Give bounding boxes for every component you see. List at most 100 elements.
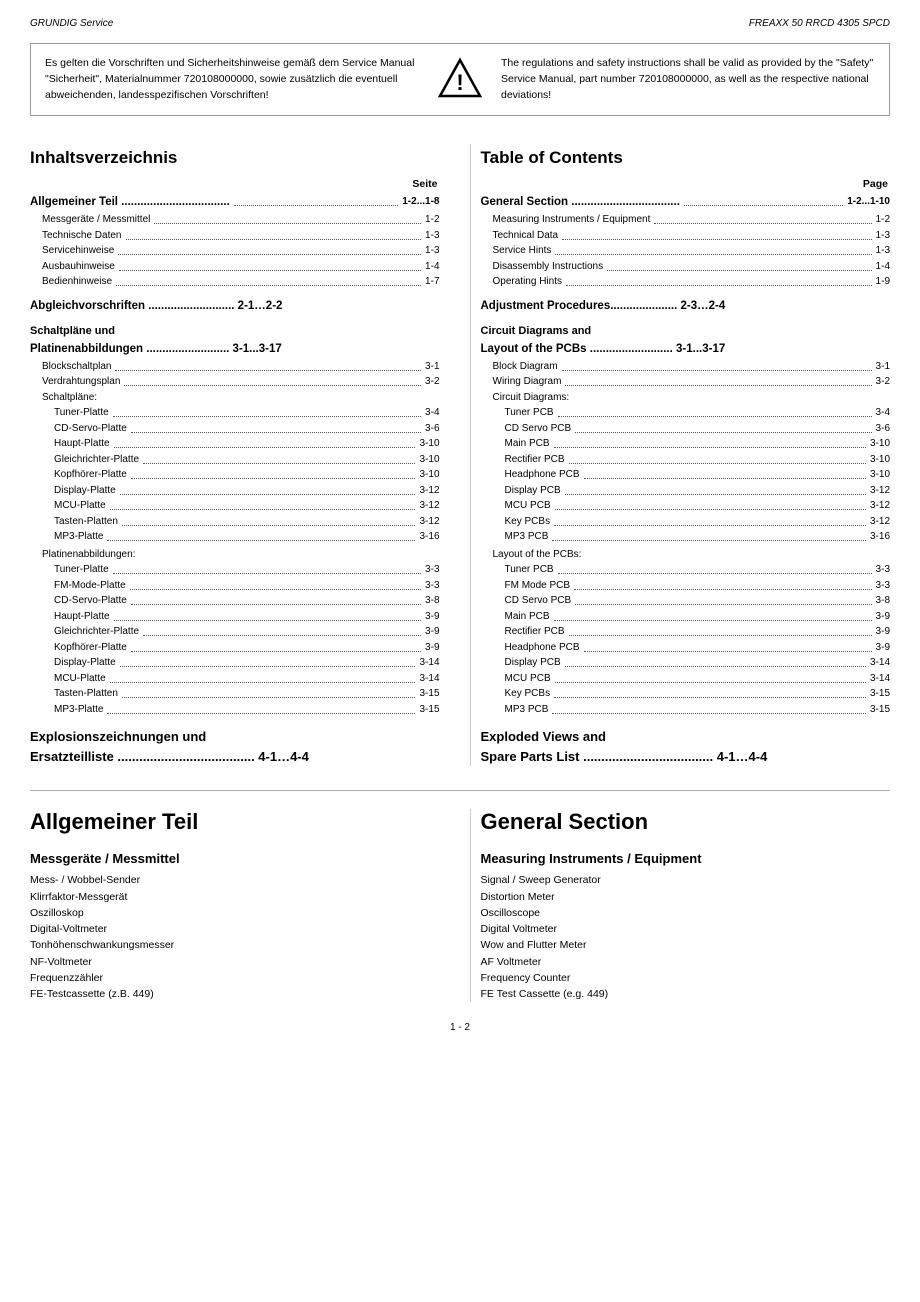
toc-entry: Tuner-Platte 3-4: [30, 405, 440, 421]
list-item: Oscilloscope: [481, 905, 891, 921]
toc-entry: MCU-Platte 3-14: [30, 671, 440, 687]
toc-entry: Display PCB 3-12: [481, 483, 891, 499]
toc-col-header-en: Page: [481, 178, 891, 190]
toc-entry: Tuner PCB 3-3: [481, 562, 891, 578]
toc-entry: CD-Servo-Platte 3-6: [30, 421, 440, 437]
table-of-contents-col: Table of Contents Page General Section .…: [470, 144, 891, 766]
toc-entry: Servicehinweise 1-3: [30, 243, 440, 259]
toc-entry: Tuner-Platte 3-3: [30, 562, 440, 578]
toc-entry: MP3-Platte 3-15: [30, 702, 440, 718]
toc-entry-general: General Section ........................…: [481, 194, 891, 212]
toc-page: 1-2...1-8: [402, 194, 439, 212]
toc-entry: Key PCBs 3-12: [481, 514, 891, 530]
page-footer: 1 - 2: [30, 1022, 890, 1033]
toc-entry: CD-Servo-Platte 3-8: [30, 593, 440, 609]
toc-dots: [234, 194, 398, 206]
inhaltsverzeichnis-col: Inhaltsverzeichnis Seite Allgemeiner Tei…: [30, 144, 450, 766]
toc-entry: Tuner PCB 3-4: [481, 405, 891, 421]
warning-box: Es gelten die Vorschriften und Sicherhei…: [30, 43, 890, 116]
toc-entry: Verdrahtungsplan 3-2: [30, 374, 440, 390]
explosion-en: Exploded Views and Spare Parts List ....…: [481, 727, 891, 766]
toc-entry: Block Diagram 3-1: [481, 359, 891, 375]
toc-entry: CD Servo PCB 3-8: [481, 593, 891, 609]
toc-label: Allgemeiner Teil .......................…: [30, 194, 230, 212]
toc-entry: Rectifier PCB 3-9: [481, 624, 891, 640]
toc-entry-adjustment: Adjustment Procedures...................…: [481, 298, 891, 316]
list-item: FE Test Cassette (e.g. 449): [481, 986, 891, 1002]
toc-entry: MP3 PCB 3-15: [481, 702, 891, 718]
svg-text:!: !: [456, 70, 463, 95]
list-item: Digital Voltmeter: [481, 921, 891, 937]
toc-entry: Gleichrichter-Platte 3-9: [30, 624, 440, 640]
toc-entry-layout: Layout of the PCBs .....................…: [481, 341, 891, 359]
toc-entry: Disassembly Instructions 1-4: [481, 259, 891, 275]
toc-group-schaltplaene: Schaltpläne und Platinenabbildungen ....…: [30, 323, 440, 358]
list-item: AF Voltmeter: [481, 954, 891, 970]
toc-label-schaltplaene: Schaltpläne:: [30, 390, 440, 406]
toc-container: Inhaltsverzeichnis Seite Allgemeiner Tei…: [30, 144, 890, 766]
list-item: Distortion Meter: [481, 889, 891, 905]
inhaltsverzeichnis-title: Inhaltsverzeichnis: [30, 148, 440, 168]
list-item: Wow and Flutter Meter: [481, 937, 891, 953]
toc-entry: Wiring Diagram 3-2: [481, 374, 891, 390]
page-header: GRUNDIG Service FREAXX 50 RRCD 4305 SPCD: [30, 18, 890, 33]
toc-entry: MP3 PCB 3-16: [481, 529, 891, 545]
measuring-list: Signal / Sweep Generator Distortion Mete…: [481, 872, 891, 1002]
messgeraete-title: Messgeräte / Messmittel: [30, 851, 440, 866]
toc-group-circuit: Circuit Diagrams and Layout of the PCBs …: [481, 323, 891, 358]
header-right: FREAXX 50 RRCD 4305 SPCD: [749, 18, 890, 29]
list-item: Frequenzzähler: [30, 970, 440, 986]
toc-entry: Ausbauhinweise 1-4: [30, 259, 440, 275]
warning-text-de: Es gelten die Vorschriften und Sicherhei…: [45, 56, 419, 103]
list-item: Tonhöhenschwankungsmesser: [30, 937, 440, 953]
list-item: Mess- / Wobbel-Sender: [30, 872, 440, 888]
messgeraete-list: Mess- / Wobbel-Sender Klirrfaktor-Messge…: [30, 872, 440, 1002]
measuring-title: Measuring Instruments / Equipment: [481, 851, 891, 866]
toc-entry: Main PCB 3-10: [481, 436, 891, 452]
warning-text-en: The regulations and safety instructions …: [501, 56, 875, 103]
toc-entry: MP3-Platte 3-16: [30, 529, 440, 545]
explosion-line2-en: Spare Parts List .......................…: [481, 747, 891, 767]
toc-entry-allgemeiner: Allgemeiner Teil .......................…: [30, 194, 440, 212]
toc-entry-schaltplaene: Platinenabbildungen ....................…: [30, 341, 440, 359]
header-left: GRUNDIG Service: [30, 18, 113, 29]
explosion-de: Explosionszeichnungen und Ersatzteillist…: [30, 727, 440, 766]
page-number: 1 - 2: [450, 1022, 470, 1033]
toc-entry: Blockschaltplan 3-1: [30, 359, 440, 375]
toc-label-platinenabbildungen: Platinenabbildungen:: [30, 547, 440, 563]
section-divider: [30, 790, 890, 791]
list-item: Frequency Counter: [481, 970, 891, 986]
toc-entry: Tasten-Platten 3-12: [30, 514, 440, 530]
toc-entry: Gleichrichter-Platte 3-10: [30, 452, 440, 468]
toc-entry: Rectifier PCB 3-10: [481, 452, 891, 468]
toc-entry: Measuring Instruments / Equipment 1-2: [481, 212, 891, 228]
toc-entry: Bedienhinweise 1-7: [30, 274, 440, 290]
toc-entry: CD Servo PCB 3-6: [481, 421, 891, 437]
toc-entry: Technical Data 1-3: [481, 228, 891, 244]
toc-entry: Main PCB 3-9: [481, 609, 891, 625]
general-section-title: General Section: [481, 809, 891, 835]
bottom-content: Allgemeiner Teil Messgeräte / Messmittel…: [30, 809, 890, 1002]
toc-entry: Display-Platte 3-12: [30, 483, 440, 499]
toc-label-circuit-diagrams: Circuit Diagrams:: [481, 390, 891, 406]
general-section-col: General Section Measuring Instruments / …: [470, 809, 891, 1002]
warning-icon: !: [435, 56, 485, 100]
inhaltsverzeichnis-col-header: Seite: [30, 178, 440, 190]
list-item: Oszilloskop: [30, 905, 440, 921]
allgemeiner-teil-col: Allgemeiner Teil Messgeräte / Messmittel…: [30, 809, 450, 1002]
explosion-line1-de: Explosionszeichnungen und: [30, 727, 440, 747]
toc-entry: FM Mode PCB 3-3: [481, 578, 891, 594]
list-item: Klirrfaktor-Messgerät: [30, 889, 440, 905]
list-item: Signal / Sweep Generator: [481, 872, 891, 888]
toc-entry-abgleich: Abgleichvorschriften ...................…: [30, 298, 440, 316]
toc-entry: MCU PCB 3-14: [481, 671, 891, 687]
allgemeiner-teil-title: Allgemeiner Teil: [30, 809, 440, 835]
explosion-line2-de: Ersatzteilliste ........................…: [30, 747, 440, 767]
toc-entry: Haupt-Platte 3-9: [30, 609, 440, 625]
list-item: FE-Testcassette (z.B. 449): [30, 986, 440, 1002]
toc-entry: Headphone PCB 3-10: [481, 467, 891, 483]
toc-entry: Kopfhörer-Platte 3-10: [30, 467, 440, 483]
toc-entry: Haupt-Platte 3-10: [30, 436, 440, 452]
toc-entry: Tasten-Platten 3-15: [30, 686, 440, 702]
toc-title: Table of Contents: [481, 148, 891, 168]
